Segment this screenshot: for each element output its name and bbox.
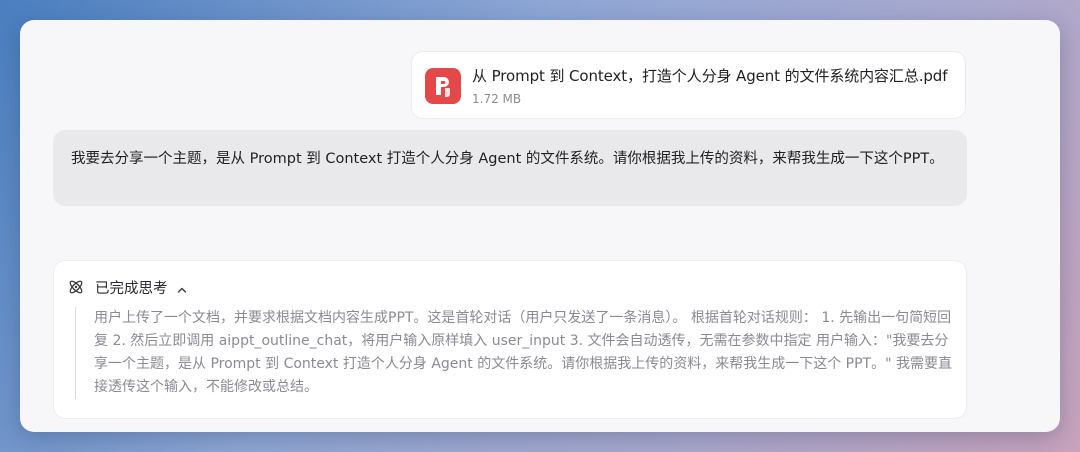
- chat-window: 从 Prompt 到 Context，打造个人分身 Agent 的文件系统内容汇…: [20, 20, 1060, 432]
- attachment-file-name: 从 Prompt 到 Context，打造个人分身 Agent 的文件系统内容汇…: [472, 67, 948, 85]
- pdf-file-icon: [425, 68, 461, 104]
- thinking-content: 用户上传了一个文档，并要求根据文档内容生成PPT。这是首轮对话（用户只发送了一条…: [75, 307, 955, 399]
- thinking-title: 已完成思考: [95, 280, 168, 297]
- thinking-toggle[interactable]: 已完成思考: [67, 276, 188, 298]
- attachment-file-size: 1.72 MB: [472, 92, 522, 106]
- user-message-text: 我要去分享一个主题，是从 Prompt 到 Context 打造个人分身 Age…: [71, 151, 944, 167]
- chevron-up-icon[interactable]: [176, 281, 188, 293]
- thinking-panel: 已完成思考 用户上传了一个文档，并要求根据文档内容生成PPT。这是首轮对话（用户…: [53, 260, 967, 419]
- atom-icon: [67, 278, 85, 296]
- attachment-card[interactable]: 从 Prompt 到 Context，打造个人分身 Agent 的文件系统内容汇…: [411, 51, 966, 119]
- user-message-bubble: 我要去分享一个主题，是从 Prompt 到 Context 打造个人分身 Age…: [53, 130, 967, 206]
